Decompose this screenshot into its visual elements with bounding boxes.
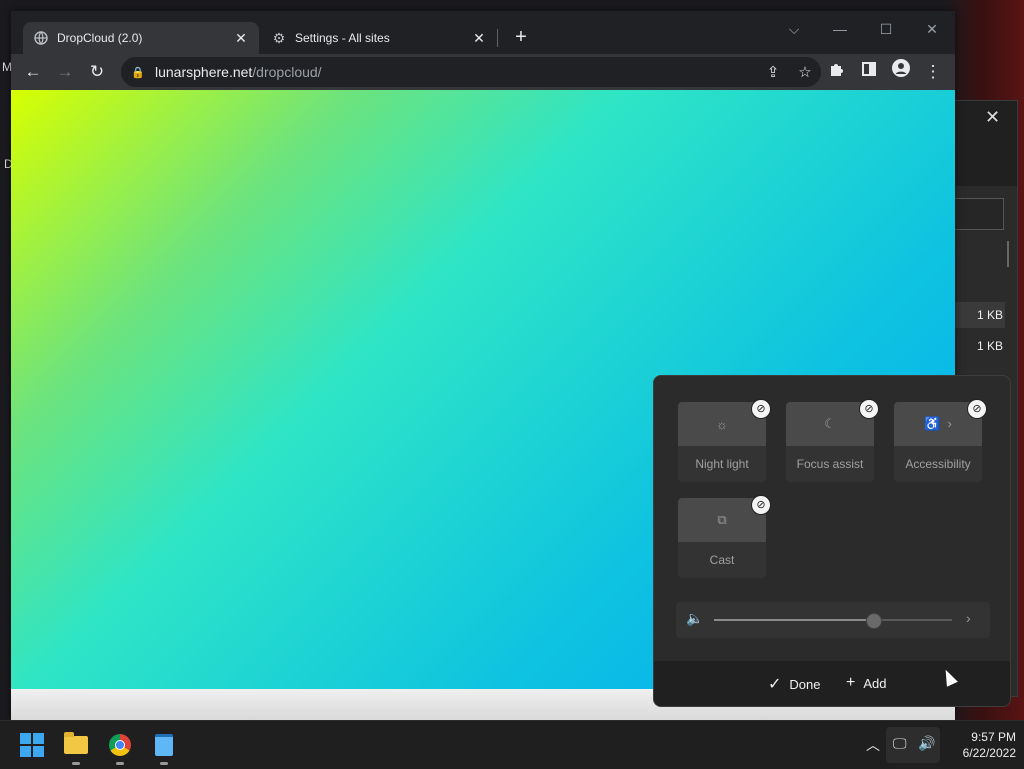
chevron-right-icon[interactable]: › (966, 610, 971, 626)
extensions-puzzle-icon[interactable] (823, 58, 851, 86)
gear-icon: ⚙ (272, 29, 286, 46)
more-menu-icon[interactable]: ⋮ (919, 58, 947, 86)
back-button[interactable]: ← (19, 58, 47, 86)
forward-button[interactable]: → (51, 58, 79, 86)
volume-fill (714, 619, 874, 621)
tab-title: DropCloud (2.0) (57, 31, 143, 45)
add-button[interactable]: + Add (846, 674, 886, 692)
unpin-icon[interactable]: ⊘ (751, 399, 771, 419)
tab-strip: DropCloud (2.0) ✕ ⚙ Settings - All sites… (11, 11, 955, 54)
reload-button[interactable]: ↻ (83, 58, 111, 86)
close-tab-icon[interactable]: ✕ (233, 30, 249, 47)
tile-label: Focus assist (786, 446, 874, 482)
running-indicator (160, 762, 168, 765)
close-icon[interactable]: ✕ (985, 107, 1000, 128)
close-tab-icon[interactable]: ✕ (471, 30, 487, 47)
quick-settings-footer: ✓ Done + Add (654, 661, 1010, 706)
globe-icon (33, 30, 49, 46)
new-tab-button[interactable]: + (509, 25, 533, 49)
done-button[interactable]: ✓ Done (768, 674, 820, 694)
unpin-icon[interactable]: ⊘ (751, 495, 771, 515)
browser-toolbar: ← → ↻ 🔒 lunarsphere.net/dropcloud/ ⇪ ☆ ⋮ (11, 54, 955, 90)
volume-icon[interactable]: 🔊 (918, 735, 935, 752)
unpin-icon[interactable]: ⊘ (967, 399, 987, 419)
chrome-taskbar-button[interactable] (104, 729, 136, 765)
tile-label: Accessibility (894, 446, 982, 482)
running-indicator (116, 762, 124, 765)
tab-dropcloud[interactable]: DropCloud (2.0) ✕ (23, 22, 259, 54)
notepad-icon (155, 734, 173, 756)
quick-settings-panel: ☼ Night light ☾ Focus assist ♿ › Accessi… (653, 375, 1011, 707)
start-button[interactable] (16, 729, 48, 761)
network-icon[interactable]: 🖵 (893, 735, 907, 752)
bookmark-star-icon[interactable]: ☆ (789, 63, 821, 81)
chrome-icon (109, 734, 131, 756)
url-host: lunarsphere.net (155, 64, 253, 80)
tab-separator (497, 29, 498, 47)
checkmark-icon: ✓ (768, 676, 782, 693)
clock-time: 9:57 PM (971, 730, 1016, 744)
folder-icon (64, 732, 88, 754)
maximize-button[interactable]: ☐ (863, 15, 909, 43)
add-label: Add (863, 675, 887, 691)
unpin-icon[interactable]: ⊘ (859, 399, 879, 419)
url-path: /dropcloud/ (252, 64, 322, 80)
plus-icon: + (846, 674, 856, 691)
tab-title: Settings - All sites (295, 31, 390, 45)
profile-avatar-icon[interactable] (887, 58, 915, 86)
running-indicator (72, 762, 80, 765)
clock[interactable]: 9:57 PM 6/22/2022 (940, 729, 1016, 761)
minimize-button[interactable]: — (817, 15, 863, 43)
file-explorer-button[interactable] (60, 729, 92, 765)
url-text[interactable]: lunarsphere.net/dropcloud/ (155, 64, 757, 80)
volume-row: 🔈 › (676, 602, 990, 638)
clock-date: 6/22/2022 (962, 746, 1016, 760)
tile-label: Night light (678, 446, 766, 482)
volume-thumb[interactable] (866, 613, 883, 629)
windows-logo-icon (20, 733, 44, 757)
done-label: Done (789, 676, 821, 692)
volume-slider[interactable] (714, 613, 952, 629)
tile-label: Cast (678, 542, 766, 578)
speaker-icon[interactable]: 🔈 (686, 610, 703, 627)
lock-icon[interactable]: 🔒 (131, 66, 145, 79)
scrollbar[interactable] (1007, 241, 1009, 267)
background-window-input[interactable] (953, 198, 1004, 230)
side-panel-icon[interactable] (855, 58, 883, 86)
taskbar: ︿ 🖵 🔊 9:57 PM 6/22/2022 (0, 720, 1024, 769)
close-window-button[interactable]: ✕ (909, 15, 955, 43)
chevron-up-icon[interactable]: ︿ (866, 735, 880, 755)
share-icon[interactable]: ⇪ (757, 63, 789, 81)
tab-settings[interactable]: ⚙ Settings - All sites ✕ (261, 22, 497, 54)
notepad-taskbar-button[interactable] (148, 729, 180, 765)
address-bar[interactable]: 🔒 lunarsphere.net/dropcloud/ ⇪ ☆ (121, 57, 821, 87)
tab-search-chevron-icon[interactable]: ⌵ (771, 15, 817, 43)
